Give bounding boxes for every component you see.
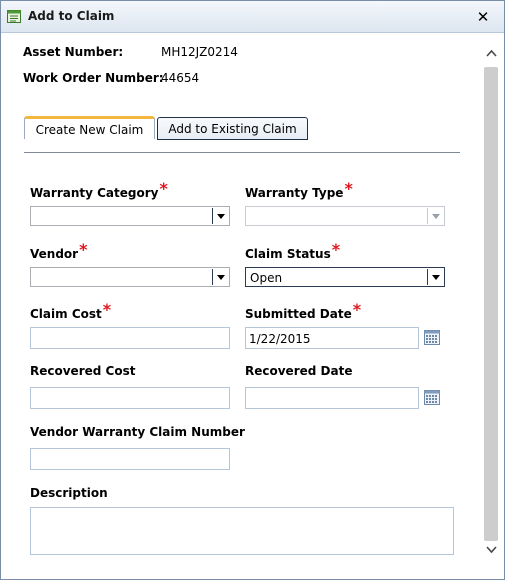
close-button[interactable]: ✕ xyxy=(473,7,493,27)
recovered-date-input[interactable] xyxy=(245,387,419,409)
scroll-up-icon[interactable] xyxy=(486,49,497,57)
vendor-select[interactable] xyxy=(30,267,230,287)
description-textarea[interactable] xyxy=(30,507,454,555)
chevron-down-icon xyxy=(217,275,225,280)
recovered-date-label: Recovered Date xyxy=(245,364,353,378)
dropdown-button[interactable] xyxy=(212,208,228,224)
warranty-type-label: Warranty Type* xyxy=(245,179,353,200)
title-bar: Add to Claim ✕ xyxy=(1,1,504,33)
scroll-down-icon[interactable] xyxy=(486,546,497,554)
required-marker: * xyxy=(159,179,168,198)
calendar-icon[interactable] xyxy=(424,390,440,405)
asset-number-label: Asset Number: xyxy=(23,45,124,59)
submitted-date-input[interactable]: 1/22/2015 xyxy=(245,327,419,349)
required-marker: * xyxy=(79,240,88,259)
vertical-scrollbar[interactable] xyxy=(483,44,500,563)
recovered-cost-input[interactable] xyxy=(30,387,230,409)
recovered-cost-label: Recovered Cost xyxy=(30,364,136,378)
work-order-number-label: Work Order Number: xyxy=(23,71,164,85)
form-icon xyxy=(7,10,21,23)
warranty-type-select[interactable] xyxy=(245,206,445,226)
description-label: Description xyxy=(30,486,108,500)
submitted-date-label: Submitted Date* xyxy=(245,300,362,321)
dropdown-button[interactable] xyxy=(212,269,228,285)
required-marker: * xyxy=(344,179,353,198)
dialog-title: Add to Claim xyxy=(28,9,115,23)
claim-cost-label: Claim Cost* xyxy=(30,300,112,321)
chevron-down-icon xyxy=(432,275,440,280)
tab-create-new-claim[interactable]: Create New Claim xyxy=(24,116,155,139)
close-icon[interactable]: ✕ xyxy=(477,8,490,26)
chevron-down-icon xyxy=(217,214,225,219)
work-order-number-value: 44654 xyxy=(161,71,200,85)
warranty-category-select[interactable] xyxy=(30,206,230,226)
vendor-warranty-claim-number-label: Vendor Warranty Claim Number xyxy=(30,425,245,439)
dropdown-button[interactable] xyxy=(427,269,443,285)
required-marker: * xyxy=(331,240,341,259)
vendor-label: Vendor* xyxy=(30,240,88,261)
warranty-category-label: Warranty Category* xyxy=(30,179,168,200)
required-marker: * xyxy=(352,300,362,319)
scroll-thumb[interactable] xyxy=(484,67,498,541)
vendor-warranty-claim-number-input[interactable] xyxy=(30,448,230,470)
submitted-date-value: 1/22/2015 xyxy=(249,332,311,346)
calendar-icon[interactable] xyxy=(424,330,440,345)
tab-add-to-existing-claim[interactable]: Add to Existing Claim xyxy=(157,117,308,140)
claim-status-value: Open xyxy=(250,271,283,285)
tab-divider xyxy=(24,152,460,153)
claim-cost-input[interactable] xyxy=(30,327,230,349)
dropdown-button[interactable] xyxy=(427,208,443,224)
add-to-claim-dialog: Add to Claim ✕ Asset Number: MH12JZ0214 … xyxy=(0,0,505,580)
claim-status-label: Claim Status* xyxy=(245,240,341,261)
chevron-down-icon xyxy=(432,214,440,219)
asset-number-value: MH12JZ0214 xyxy=(161,45,238,59)
claim-status-select[interactable]: Open xyxy=(245,267,445,287)
required-marker: * xyxy=(102,300,112,319)
